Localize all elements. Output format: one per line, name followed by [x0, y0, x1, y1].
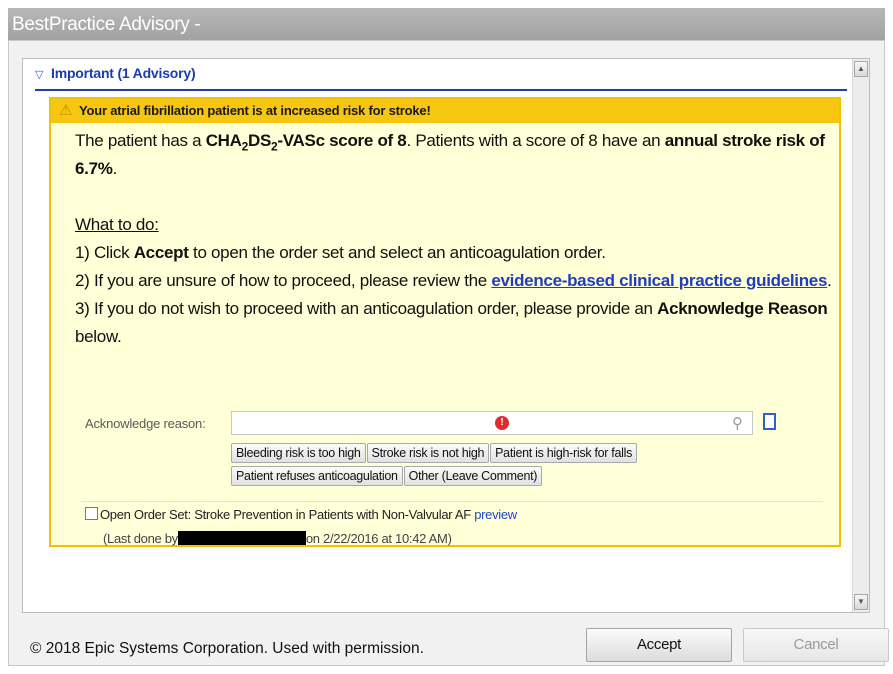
required-error-icon: ! — [495, 416, 509, 430]
comment-document-icon[interactable] — [763, 413, 776, 430]
open-order-set-checkbox[interactable] — [85, 507, 98, 520]
advisory-body: The patient has a CHA2DS2-VASc score of … — [75, 127, 835, 351]
score-middle: . Patients with a score of 8 have an — [406, 131, 665, 150]
section-header[interactable]: ▽ Important (1 Advisory) — [35, 65, 847, 91]
acknowledge-label: Acknowledge reason: — [85, 416, 206, 431]
what-to-do-heading: What to do: — [75, 215, 159, 234]
order-set-checkbox-label: Open Order Set: — [100, 507, 191, 522]
reason-buttons: Bleeding risk is too high Stroke risk is … — [231, 443, 791, 489]
section-label: Important (1 Advisory) — [51, 65, 196, 81]
reason-button-falls[interactable]: Patient is high-risk for falls — [490, 443, 638, 463]
accept-button[interactable]: Accept — [586, 628, 732, 662]
acknowledge-reason-input[interactable]: ! ⚲ — [231, 411, 753, 435]
score-prefix: The patient has a — [75, 131, 206, 150]
step-1: 1) Click Accept to open the order set an… — [75, 243, 606, 262]
vertical-scrollbar[interactable]: ▲ ▼ — [852, 59, 869, 612]
preview-link[interactable]: preview — [474, 507, 517, 522]
step-3: 3) If you do not wish to proceed with an… — [75, 299, 828, 346]
search-icon[interactable]: ⚲ — [732, 414, 743, 432]
advisory-box: ⚠ Your atrial fibrillation patient is at… — [49, 97, 841, 547]
collapse-triangle-icon[interactable]: ▽ — [35, 68, 43, 81]
advisory-panel: ▲ ▼ ▽ Important (1 Advisory) ⚠ Your atri… — [22, 58, 870, 613]
cancel-button[interactable]: Cancel — [743, 628, 889, 662]
reason-button-bleeding[interactable]: Bleeding risk is too high — [231, 443, 366, 463]
redacted-name — [177, 531, 306, 545]
reason-button-refuses[interactable]: Patient refuses anticoagulation — [231, 466, 403, 486]
score-line: The patient has a CHA2DS2-VASc score of … — [75, 131, 825, 178]
advisory-header-text: Your atrial fibrillation patient is at i… — [79, 103, 431, 118]
acknowledge-area: Acknowledge reason: ! ⚲ Bleeding risk is… — [81, 405, 823, 502]
title-bar: BestPractice Advisory - — [8, 8, 885, 41]
copyright-notice: © 2018 Epic Systems Corporation. Used wi… — [30, 640, 424, 657]
scroll-up-button[interactable]: ▲ — [854, 61, 868, 77]
reason-button-stroke-risk[interactable]: Stroke risk is not high — [366, 443, 490, 463]
window-title: BestPractice Advisory - — [12, 14, 201, 35]
reason-button-other[interactable]: Other (Leave Comment) — [403, 466, 543, 486]
open-order-set: Open Order Set: Stroke Prevention in Pat… — [85, 507, 517, 522]
advisory-header: ⚠ Your atrial fibrillation patient is at… — [51, 99, 839, 123]
order-set-name: Stroke Prevention in Patients with Non-V… — [194, 507, 471, 522]
scroll-down-button[interactable]: ▼ — [854, 594, 868, 610]
warning-icon: ⚠ — [59, 102, 73, 119]
last-done-info: (Last done by on 2/22/2016 at 10:42 AM) — [103, 531, 452, 546]
score-bold: CHA2DS2-VASc score of 8 — [205, 131, 407, 154]
step-2: 2) If you are unsure of how to proceed, … — [75, 271, 832, 290]
guidelines-link[interactable]: evidence-based clinical practice guideli… — [491, 271, 827, 290]
